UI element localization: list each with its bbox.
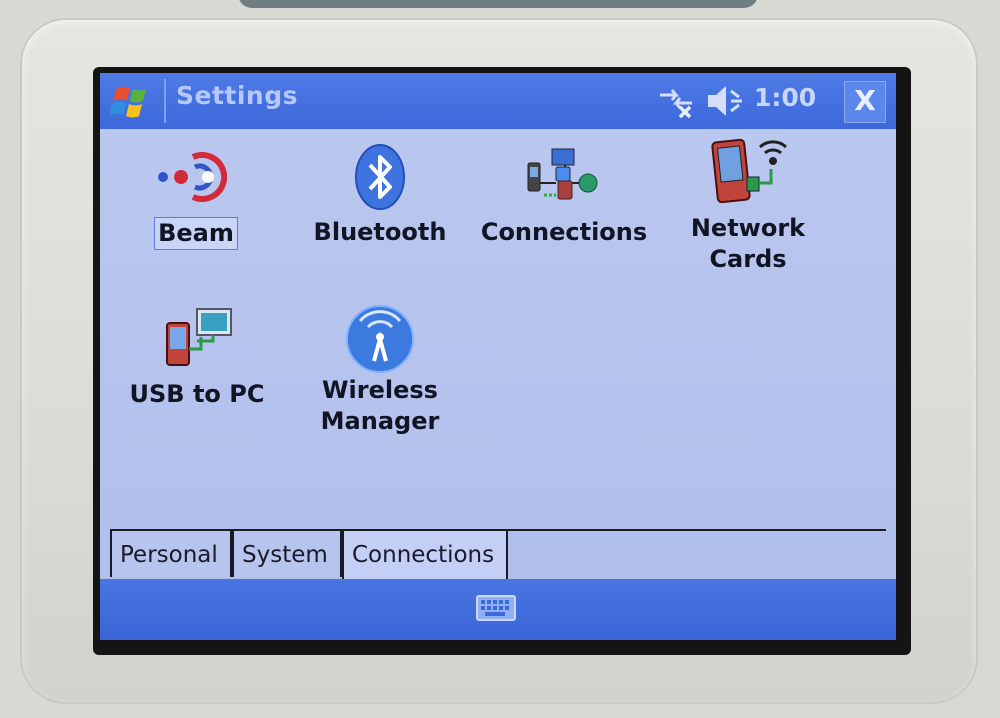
settings-item-label-group: Network Cards: [676, 213, 820, 275]
keyboard-icon[interactable]: [476, 593, 516, 623]
tab-bar-filler: [506, 529, 886, 577]
bluetooth-icon: [355, 144, 405, 210]
tab-bar: Personal System Connections: [100, 529, 896, 579]
speaker-icon[interactable]: [704, 81, 748, 121]
close-button[interactable]: X: [844, 81, 886, 123]
device-top-edge: [238, 0, 758, 8]
settings-item-label-line2: Cards: [709, 245, 787, 273]
settings-item-label: Beam: [154, 217, 238, 250]
connections-icon: [527, 148, 598, 200]
window-title: Settings: [176, 81, 299, 110]
settings-item-label: Bluetooth: [313, 218, 447, 246]
wireless-manager-icon: [346, 305, 414, 373]
settings-item-usb-to-pc[interactable]: USB to PC: [126, 305, 268, 410]
settings-item-connections[interactable]: Connections: [474, 143, 654, 248]
settings-item-label-line2: Manager: [320, 407, 440, 435]
connectivity-icon[interactable]: [656, 81, 696, 121]
settings-item-bluetooth[interactable]: Bluetooth: [300, 143, 460, 248]
windows-flag-icon[interactable]: [108, 79, 158, 123]
title-bar: Settings 1:00 X: [100, 73, 896, 129]
settings-item-label: USB to PC: [129, 380, 265, 408]
tab-connections[interactable]: Connections: [342, 529, 508, 579]
settings-item-wireless-manager[interactable]: Wireless Manager: [300, 305, 460, 437]
settings-item-label: Connections: [480, 218, 648, 246]
tab-system[interactable]: System: [232, 529, 342, 577]
usb-to-pc-icon: [166, 308, 232, 366]
beam-icon: [158, 152, 228, 202]
settings-item-label: Wireless: [322, 376, 438, 404]
menu-bar: [100, 579, 896, 640]
settings-item-beam[interactable]: Beam: [144, 143, 248, 250]
settings-panel: Beam Bluetooth Connections Network Cards…: [100, 129, 896, 529]
title-separator: [164, 79, 166, 123]
settings-item-network-cards[interactable]: Network Cards: [676, 135, 820, 275]
device-screen: Settings 1:00 X Beam Bluetooth Connectio…: [100, 73, 896, 640]
tab-personal[interactable]: Personal: [110, 529, 232, 577]
settings-item-label-group: Wireless Manager: [300, 375, 460, 437]
settings-item-label: Network: [690, 214, 806, 242]
clock[interactable]: 1:00: [754, 83, 816, 112]
network-cards-icon: [711, 138, 788, 204]
